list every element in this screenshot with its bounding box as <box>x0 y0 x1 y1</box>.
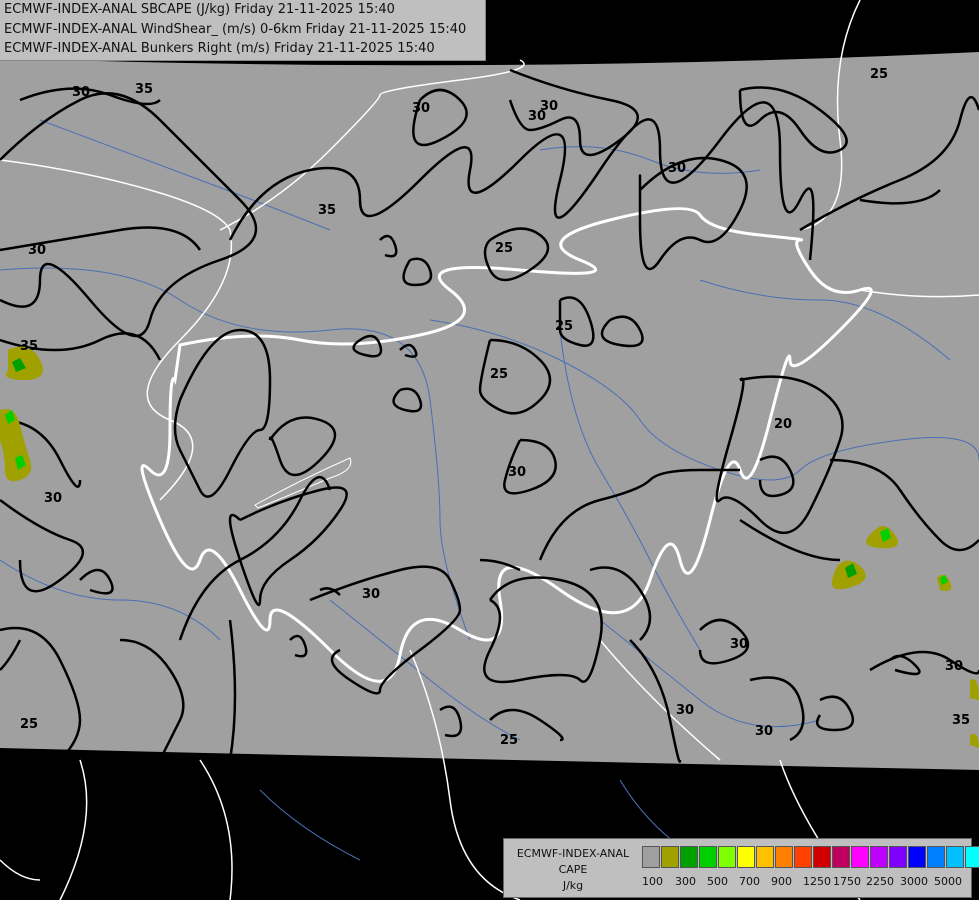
title-line-bunkers: ECMWF-INDEX-ANAL Bunkers Right (m/s) Fri… <box>4 41 435 56</box>
legend-swatch <box>965 846 979 868</box>
legend-title-variable: CAPE <box>558 863 588 876</box>
legend-title-unit: J/kg <box>562 879 584 892</box>
contour-label: 35 <box>318 203 336 218</box>
title-line-sbcape: ECMWF-INDEX-ANAL SBCAPE (J/kg) Friday 21… <box>4 2 395 17</box>
contour-label: 25 <box>20 717 38 732</box>
legend-swatch <box>680 846 698 868</box>
contour-label: 35 <box>20 339 38 354</box>
legend-swatch <box>889 846 907 868</box>
legend-tick-label: 5000 <box>934 875 962 888</box>
contour-label: 30 <box>508 465 526 480</box>
weather-map: 30 35 30 30 25 35 30 30 25 25 25 35 20 30 30 30 30 30 30 25… <box>0 0 979 900</box>
contour-label: 30 <box>412 101 430 116</box>
legend-swatch <box>794 846 812 868</box>
legend-tick-label: 500 <box>707 875 728 888</box>
legend-tick-label: 100 <box>642 875 663 888</box>
legend-tick-label: 300 <box>675 875 696 888</box>
contour-label: 30 <box>945 659 963 674</box>
legend-swatch <box>927 846 945 868</box>
legend-swatch <box>813 846 831 868</box>
contour-label: 25 <box>500 733 518 748</box>
contour-label: 30 <box>668 161 686 176</box>
contour-label: 30 <box>362 587 380 602</box>
contour-label: 20 <box>774 417 792 432</box>
legend-swatch <box>756 846 774 868</box>
title-line-windshear: ECMWF-INDEX-ANAL WindShear_ (m/s) 0-6km … <box>4 22 467 37</box>
contour-label: 35 <box>135 82 153 97</box>
legend-swatch <box>832 846 850 868</box>
contour-label: 30 <box>676 703 694 718</box>
title-header: ECMWF-INDEX-ANAL SBCAPE (J/kg) Friday 21… <box>0 0 486 61</box>
legend-swatch <box>718 846 736 868</box>
legend-swatch <box>870 846 888 868</box>
legend-swatch <box>661 846 679 868</box>
legend-title-model: ECMWF-INDEX-ANAL <box>516 847 630 860</box>
contour-label: 30 <box>28 243 46 258</box>
legend-swatches <box>642 846 979 868</box>
legend-swatch <box>851 846 869 868</box>
legend-tick-label: 3000 <box>900 875 928 888</box>
contour-label: 30 <box>730 637 748 652</box>
contour-label: 25 <box>495 241 513 256</box>
cape-legend: ECMWF-INDEX-ANAL CAPE J/kg 100 300 500 700 9… <box>503 838 979 898</box>
legend-tick-label: 1750 <box>833 875 861 888</box>
contour-label: 25 <box>870 67 888 82</box>
contour-label: 30 <box>44 491 62 506</box>
legend-tick-label: 2250 <box>866 875 894 888</box>
contour-label: 30 <box>755 724 773 739</box>
contour-label: 35 <box>952 713 970 728</box>
legend-swatch <box>775 846 793 868</box>
legend-swatch <box>699 846 717 868</box>
legend-swatch <box>908 846 926 868</box>
contour-label: 30 <box>72 85 90 100</box>
contour-label: 25 <box>490 367 508 382</box>
legend-swatch <box>642 846 660 868</box>
legend-tick-label: 900 <box>771 875 792 888</box>
legend-swatch <box>737 846 755 868</box>
legend-swatch <box>946 846 964 868</box>
contour-label: 25 <box>555 319 573 334</box>
legend-tick-label: 700 <box>739 875 760 888</box>
contour-label: 30 <box>540 99 558 114</box>
legend-ticks: 100 300 500 700 900 1250 1750 2250 3000 5000 <box>640 875 970 889</box>
legend-tick-label: 1250 <box>803 875 831 888</box>
contour-label: 30 <box>525 769 543 784</box>
